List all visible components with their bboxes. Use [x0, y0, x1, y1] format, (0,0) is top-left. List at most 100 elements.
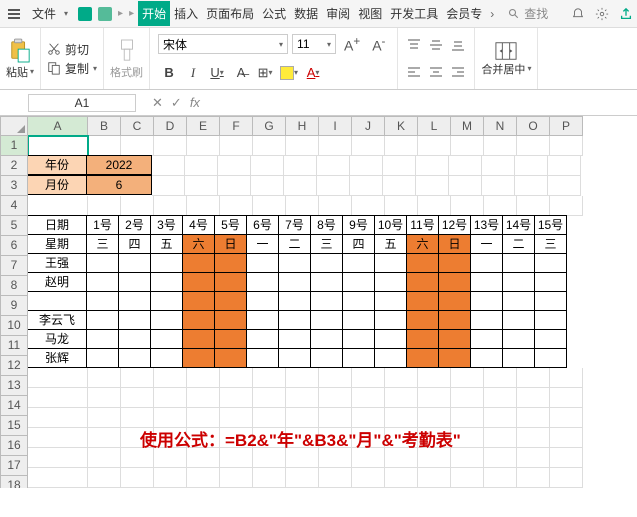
doc-shortcut-icon[interactable] [98, 7, 112, 21]
cell-B12[interactable] [86, 348, 119, 368]
cell-G10[interactable] [246, 310, 279, 330]
cell-N18[interactable] [484, 468, 517, 488]
cell-A3[interactable]: 月份 [27, 175, 87, 195]
cell-B6[interactable]: 三 [86, 234, 119, 254]
cell-B7[interactable] [86, 253, 119, 273]
row-header-10[interactable]: 10 [0, 316, 28, 336]
cell-F2[interactable] [218, 156, 251, 176]
cell-L5[interactable]: 11号 [406, 215, 439, 235]
cell-H9[interactable] [278, 291, 311, 311]
cell-N12[interactable] [470, 348, 503, 368]
cell-E17[interactable] [187, 448, 220, 468]
cell-M9[interactable] [438, 291, 471, 311]
search-box[interactable]: 查找 [508, 5, 548, 22]
align-right-button[interactable] [448, 63, 468, 81]
strikethrough-button[interactable]: A̶ [230, 63, 252, 83]
cell-F10[interactable] [214, 310, 247, 330]
cell-E9[interactable] [182, 291, 215, 311]
cell-E13[interactable] [187, 368, 220, 388]
cell-G6[interactable]: 一 [246, 234, 279, 254]
cell-P14[interactable] [550, 388, 583, 408]
cell-I10[interactable] [310, 310, 343, 330]
cell-A2[interactable]: 年份 [27, 155, 87, 175]
cell-K4[interactable] [385, 196, 418, 216]
fill-color-button[interactable]: ▾ [278, 63, 300, 83]
cell-H12[interactable] [278, 348, 311, 368]
cell-E5[interactable]: 4号 [182, 215, 215, 235]
brush-icon[interactable] [116, 38, 138, 64]
cell-A14[interactable] [28, 388, 88, 408]
cell-N14[interactable] [484, 388, 517, 408]
italic-button[interactable]: I [182, 63, 204, 83]
cell-M10[interactable] [438, 310, 471, 330]
cell-J14[interactable] [352, 388, 385, 408]
cell-C15[interactable] [121, 408, 154, 428]
cell-O9[interactable] [502, 291, 535, 311]
cell-F1[interactable] [220, 136, 253, 156]
cell-E10[interactable] [182, 310, 215, 330]
cell-H8[interactable] [278, 272, 311, 292]
notification-icon[interactable] [571, 7, 585, 21]
cell-B16[interactable] [88, 428, 121, 448]
col-header-B[interactable]: B [88, 116, 121, 136]
cell-F3[interactable] [218, 176, 251, 196]
cell-N13[interactable] [484, 368, 517, 388]
cell-L10[interactable] [406, 310, 439, 330]
row-header-2[interactable]: 2 [0, 156, 28, 176]
cell-C8[interactable] [118, 272, 151, 292]
increase-font-button[interactable]: A+ [340, 35, 364, 54]
tab-data[interactable]: 数据 [290, 1, 322, 26]
row-header-11[interactable]: 11 [0, 336, 28, 356]
cell-C10[interactable] [118, 310, 151, 330]
cell-O11[interactable] [502, 329, 535, 349]
cell-D3[interactable] [152, 176, 185, 196]
cell-K15[interactable] [385, 408, 418, 428]
cell-B1[interactable] [88, 136, 121, 156]
cell-F8[interactable] [214, 272, 247, 292]
cell-O10[interactable] [502, 310, 535, 330]
align-bottom-button[interactable] [448, 36, 468, 54]
accept-formula-icon[interactable]: ✓ [171, 95, 182, 111]
cell-P5[interactable]: 15号 [534, 215, 567, 235]
tab-pagelayout[interactable]: 页面布局 [202, 1, 258, 26]
cell-I17[interactable] [319, 448, 352, 468]
cell-A4[interactable] [28, 196, 88, 216]
cell-O16[interactable] [517, 428, 550, 448]
cell-J9[interactable] [342, 291, 375, 311]
col-header-K[interactable]: K [385, 116, 418, 136]
cell-P13[interactable] [550, 368, 583, 388]
cell-C5[interactable]: 2号 [118, 215, 151, 235]
cell-A6[interactable]: 星期 [27, 234, 87, 254]
cell-D18[interactable] [154, 468, 187, 488]
cell-A7[interactable]: 王强 [27, 253, 87, 273]
cell-K8[interactable] [374, 272, 407, 292]
cell-O7[interactable] [502, 253, 535, 273]
cell-K2[interactable] [383, 156, 416, 176]
cell-F6[interactable]: 日 [214, 234, 247, 254]
cell-H11[interactable] [278, 329, 311, 349]
cell-K9[interactable] [374, 291, 407, 311]
cell-D5[interactable]: 3号 [150, 215, 183, 235]
cell-J3[interactable] [350, 176, 383, 196]
cell-L18[interactable] [418, 468, 451, 488]
row-header-9[interactable]: 9 [0, 296, 28, 316]
cell-G1[interactable] [253, 136, 286, 156]
cell-G11[interactable] [246, 329, 279, 349]
cell-I18[interactable] [319, 468, 352, 488]
cell-D13[interactable] [154, 368, 187, 388]
cell-N4[interactable] [484, 196, 517, 216]
col-header-L[interactable]: L [418, 116, 451, 136]
cell-B3[interactable]: 6 [86, 175, 152, 195]
name-box[interactable]: A1 [28, 94, 136, 112]
cell-P6[interactable]: 三 [534, 234, 567, 254]
cell-N16[interactable] [484, 428, 517, 448]
cell-N10[interactable] [470, 310, 503, 330]
cell-O4[interactable] [517, 196, 550, 216]
cell-O17[interactable] [517, 448, 550, 468]
file-dropdown-arrow[interactable]: ▾ [64, 9, 68, 18]
col-header-C[interactable]: C [121, 116, 154, 136]
cell-J2[interactable] [350, 156, 383, 176]
cell-B13[interactable] [88, 368, 121, 388]
cell-G14[interactable] [253, 388, 286, 408]
cell-O13[interactable] [517, 368, 550, 388]
